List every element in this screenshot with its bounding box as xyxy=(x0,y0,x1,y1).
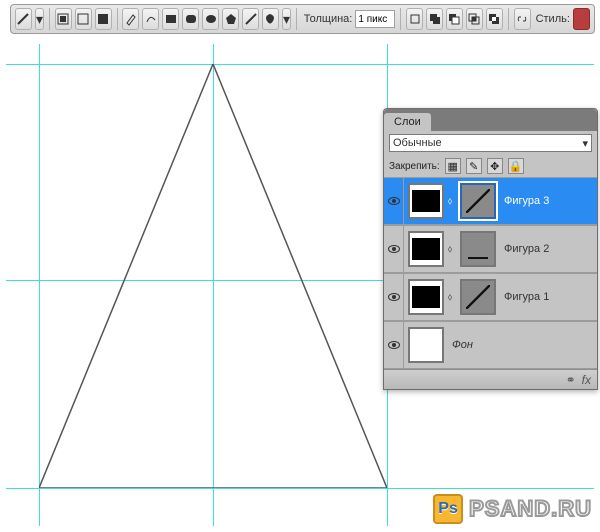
color-swatch[interactable] xyxy=(573,8,590,30)
watermark-logo: Ps PSAND.RU xyxy=(433,494,592,524)
thickness-label: Толщина: xyxy=(304,13,353,25)
layer-name[interactable]: Фигура 2 xyxy=(504,243,549,255)
vector-mask-thumbnail[interactable] xyxy=(460,183,496,219)
lock-pixels-icon[interactable]: ✎ xyxy=(466,158,482,174)
visibility-toggle[interactable] xyxy=(384,322,404,368)
geometry-link-icon[interactable] xyxy=(514,8,531,30)
fx-icon[interactable]: fx xyxy=(582,373,591,387)
mask-link-icon[interactable]: ⬨ xyxy=(444,244,456,255)
layer-name[interactable]: Фон xyxy=(452,339,473,351)
path-mode-icon[interactable] xyxy=(75,8,92,30)
eye-icon xyxy=(388,341,400,349)
freeform-pen-icon[interactable] xyxy=(142,8,159,30)
layers-list: ⬨ Фигура 3 ⬨ Фигура 2 ⬨ Фигура 1 Фон xyxy=(384,177,597,369)
visibility-toggle[interactable] xyxy=(384,178,404,224)
layer-name[interactable]: Фигура 3 xyxy=(504,195,549,207)
options-bar: ▾ ▾ Толщина: xyxy=(10,4,595,34)
layer-row[interactable]: ⬨ Фигура 3 xyxy=(384,177,597,225)
layer-row[interactable]: ⬨ Фигура 1 xyxy=(384,273,597,321)
subtract-from-shape-icon[interactable] xyxy=(446,8,463,30)
line-tool-icon[interactable] xyxy=(15,8,32,30)
mask-link-icon[interactable]: ⬨ xyxy=(444,292,456,303)
layer-row[interactable]: ⬨ Фигура 2 xyxy=(384,225,597,273)
pen-tool-icon[interactable] xyxy=(122,8,139,30)
layer-row[interactable]: Фон xyxy=(384,321,597,369)
polygon-icon[interactable] xyxy=(222,8,239,30)
rounded-rectangle-icon[interactable] xyxy=(182,8,199,30)
separator xyxy=(296,8,297,30)
separator xyxy=(49,8,50,30)
eye-icon xyxy=(388,197,400,205)
thickness-input[interactable] xyxy=(355,10,395,28)
logo-text: PSAND.RU xyxy=(469,496,592,522)
ellipse-icon[interactable] xyxy=(202,8,219,30)
visibility-toggle[interactable] xyxy=(384,274,404,320)
lock-position-icon[interactable]: ✥ xyxy=(487,158,503,174)
guide-horizontal xyxy=(6,488,594,489)
blend-mode-row: Обычные ▾ xyxy=(384,131,597,155)
link-layers-icon[interactable]: ⚭ xyxy=(566,373,576,387)
triangle-shape xyxy=(39,64,387,488)
layer-thumbnail[interactable] xyxy=(408,279,444,315)
tab-layers[interactable]: Слои xyxy=(384,113,431,131)
eye-icon xyxy=(388,293,400,301)
blend-mode-value: Обычные xyxy=(393,137,442,149)
lock-transparency-icon[interactable]: ▦ xyxy=(445,158,461,174)
lock-row: Закрепить: ▦ ✎ ✥ 🔒 xyxy=(384,155,597,177)
lock-label: Закрепить: xyxy=(389,161,440,172)
layers-panel: Слои Обычные ▾ Закрепить: ▦ ✎ ✥ 🔒 ⬨ Фигур… xyxy=(383,108,598,390)
fill-pixels-mode-icon[interactable] xyxy=(95,8,112,30)
custom-shape-icon[interactable] xyxy=(262,8,279,30)
visibility-toggle[interactable] xyxy=(384,226,404,272)
panel-tab-bar: Слои xyxy=(384,109,597,131)
separator xyxy=(400,8,401,30)
lock-all-icon[interactable]: 🔒 xyxy=(508,158,524,174)
shape-options-dropdown-icon[interactable]: ▾ xyxy=(282,8,291,30)
layer-thumbnail[interactable] xyxy=(408,327,444,363)
separator xyxy=(508,8,509,30)
new-shape-icon[interactable] xyxy=(406,8,423,30)
separator xyxy=(117,8,118,30)
exclude-overlap-icon[interactable] xyxy=(486,8,503,30)
vector-mask-thumbnail[interactable] xyxy=(460,231,496,267)
add-to-shape-icon[interactable] xyxy=(426,8,443,30)
layer-name[interactable]: Фигура 1 xyxy=(504,291,549,303)
layers-footer: ⚭ fx xyxy=(384,369,597,389)
tool-preset-dropdown-icon[interactable]: ▾ xyxy=(35,8,44,30)
vector-mask-thumbnail[interactable] xyxy=(460,279,496,315)
layer-thumbnail[interactable] xyxy=(408,183,444,219)
intersect-shape-icon[interactable] xyxy=(466,8,483,30)
blend-mode-select[interactable]: Обычные ▾ xyxy=(389,134,592,152)
rectangle-icon[interactable] xyxy=(162,8,179,30)
shape-layer-mode-icon[interactable] xyxy=(55,8,72,30)
style-label: Стиль: xyxy=(536,13,570,25)
ps-badge-icon: Ps xyxy=(433,494,463,524)
mask-link-icon[interactable]: ⬨ xyxy=(444,196,456,207)
eye-icon xyxy=(388,245,400,253)
layer-thumbnail[interactable] xyxy=(408,231,444,267)
line-shape-icon[interactable] xyxy=(242,8,259,30)
